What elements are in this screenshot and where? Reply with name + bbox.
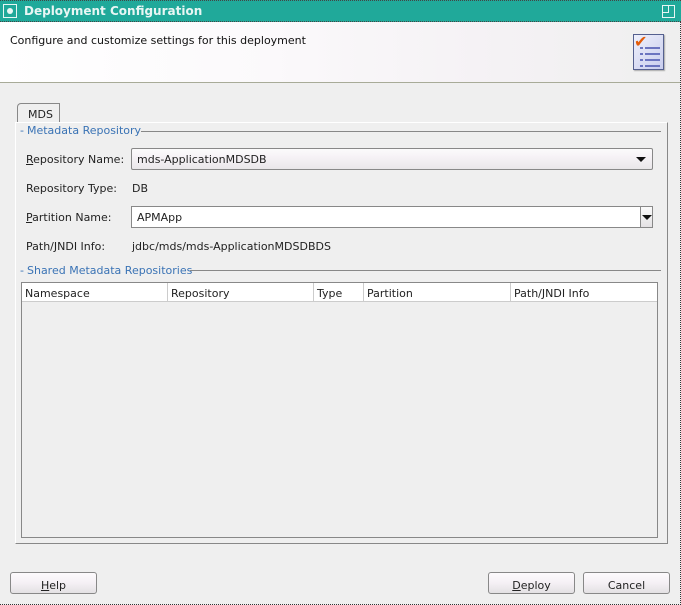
tab-mds-label: MDS: [28, 108, 53, 121]
title-bar[interactable]: Deployment Configuration: [0, 0, 681, 22]
table-header: Namespace Repository Type Partition Path…: [22, 283, 657, 302]
partition-dropdown-button[interactable]: [640, 207, 652, 227]
column-header-type[interactable]: Type: [314, 283, 364, 302]
column-header-repository[interactable]: Repository: [168, 283, 314, 302]
repository-name-label: Repository Name:: [26, 153, 125, 166]
window-title: Deployment Configuration: [24, 4, 203, 18]
deploy-button[interactable]: Deploy: [488, 572, 575, 594]
help-button[interactable]: Help: [10, 572, 97, 594]
deployment-configuration-dialog: Deployment Configuration Configure and c…: [0, 0, 681, 605]
metadata-repository-section-title: - Metadata Repository: [20, 124, 142, 137]
repository-type-label: Repository Type:: [26, 182, 117, 195]
metadata-repository-title-text: Metadata Repository: [26, 124, 142, 137]
column-header-namespace[interactable]: Namespace: [22, 283, 168, 302]
tab-mds[interactable]: MDS: [17, 103, 60, 123]
path-jndi-value: jdbc/mds/mds-ApplicationMDSDBDS: [132, 240, 331, 253]
column-header-partition[interactable]: Partition: [364, 283, 511, 302]
partition-name-combo[interactable]: [131, 206, 653, 228]
shared-repositories-section-title: - Shared Metadata Repositories: [20, 264, 193, 277]
repository-name-dropdown[interactable]: mds-ApplicationMDSDB: [131, 148, 653, 170]
partition-name-input[interactable]: [132, 207, 640, 227]
window-menu-icon[interactable]: [3, 4, 17, 18]
cancel-button[interactable]: Cancel: [583, 572, 670, 594]
dialog-header: Configure and customize settings for thi…: [0, 22, 680, 83]
shared-repositories-divider: [190, 270, 661, 271]
repository-type-value: DB: [132, 182, 149, 195]
header-description: Configure and customize settings for thi…: [10, 34, 306, 47]
chevron-down-icon[interactable]: [636, 157, 646, 162]
shared-repositories-table[interactable]: Namespace Repository Type Partition Path…: [21, 282, 658, 538]
column-header-path-jndi[interactable]: Path/JNDI Info: [511, 283, 657, 302]
checklist-icon: ✔: [633, 32, 664, 70]
repository-name-value: mds-ApplicationMDSDB: [137, 153, 267, 166]
metadata-repository-divider: [141, 131, 661, 132]
partition-name-label: Partition Name:: [26, 211, 112, 224]
maximize-icon[interactable]: [662, 5, 675, 18]
path-jndi-label: Path/JNDI Info:: [26, 240, 106, 253]
shared-repositories-title-text: Shared Metadata Repositories: [26, 264, 193, 277]
